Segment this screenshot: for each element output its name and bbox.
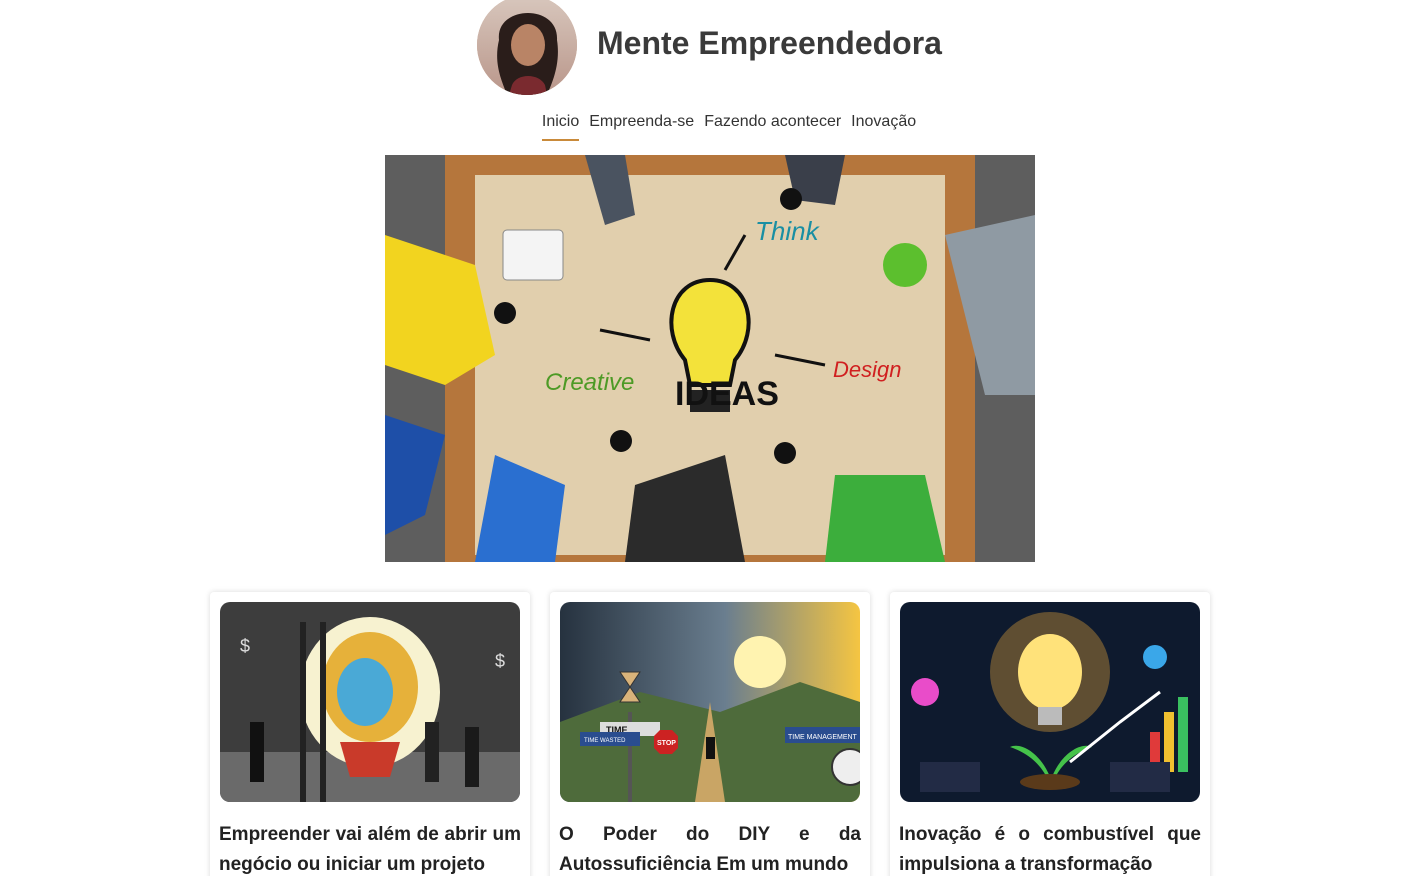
post-image-lightbulb-chalkboard[interactable]: $ $ bbox=[220, 602, 520, 802]
nav-item-empreenda-se[interactable]: Empreenda-se bbox=[589, 113, 694, 141]
post-image-time-management[interactable]: TIME TIME WASTED STOP TIME MANAGEMENT bbox=[560, 602, 860, 802]
post-image-innovation-lightbulb[interactable] bbox=[900, 602, 1200, 802]
site-title[interactable]: Mente Empreendedora bbox=[597, 25, 942, 62]
hero-word-ideas: IDEAS bbox=[675, 375, 779, 413]
nav-item-inovacao[interactable]: Inovação bbox=[851, 113, 916, 141]
svg-text:$: $ bbox=[240, 636, 250, 656]
post-card[interactable]: Inovação é o combustível que impulsiona … bbox=[890, 592, 1210, 876]
sign-time-management: TIME MANAGEMENT bbox=[788, 734, 858, 741]
nav-item-inicio[interactable]: Inicio bbox=[541, 113, 580, 141]
hero-word-think: Think bbox=[755, 216, 821, 246]
hero-word-creative: Creative bbox=[545, 369, 634, 396]
sign-time-wasted: TIME WASTED bbox=[584, 738, 626, 744]
post-title[interactable]: O Poder do DIY e da Autossuficiência Em … bbox=[559, 820, 861, 876]
hero-image: IDEAS Think Creative Design bbox=[385, 155, 1035, 562]
site-header: Mente Empreendedora bbox=[0, 0, 1413, 100]
post-card[interactable]: TIME TIME WASTED STOP TIME MANAGEMENT O … bbox=[550, 592, 870, 876]
hero-word-design: Design bbox=[833, 357, 901, 382]
sign-stop: STOP bbox=[657, 740, 676, 747]
post-card[interactable]: $ $ Empreender vai além de abrir um negó… bbox=[210, 592, 530, 876]
nav-item-fazendo-acontecer[interactable]: Fazendo acontecer bbox=[704, 113, 841, 141]
main-nav: Inicio Empreenda-se Fazendo acontecer In… bbox=[0, 113, 1413, 141]
post-title[interactable]: Inovação é o combustível que impulsiona … bbox=[899, 820, 1201, 876]
author-avatar[interactable] bbox=[477, 0, 577, 95]
svg-text:$: $ bbox=[495, 651, 505, 671]
post-title[interactable]: Empreender vai além de abrir um negócio … bbox=[219, 820, 521, 876]
